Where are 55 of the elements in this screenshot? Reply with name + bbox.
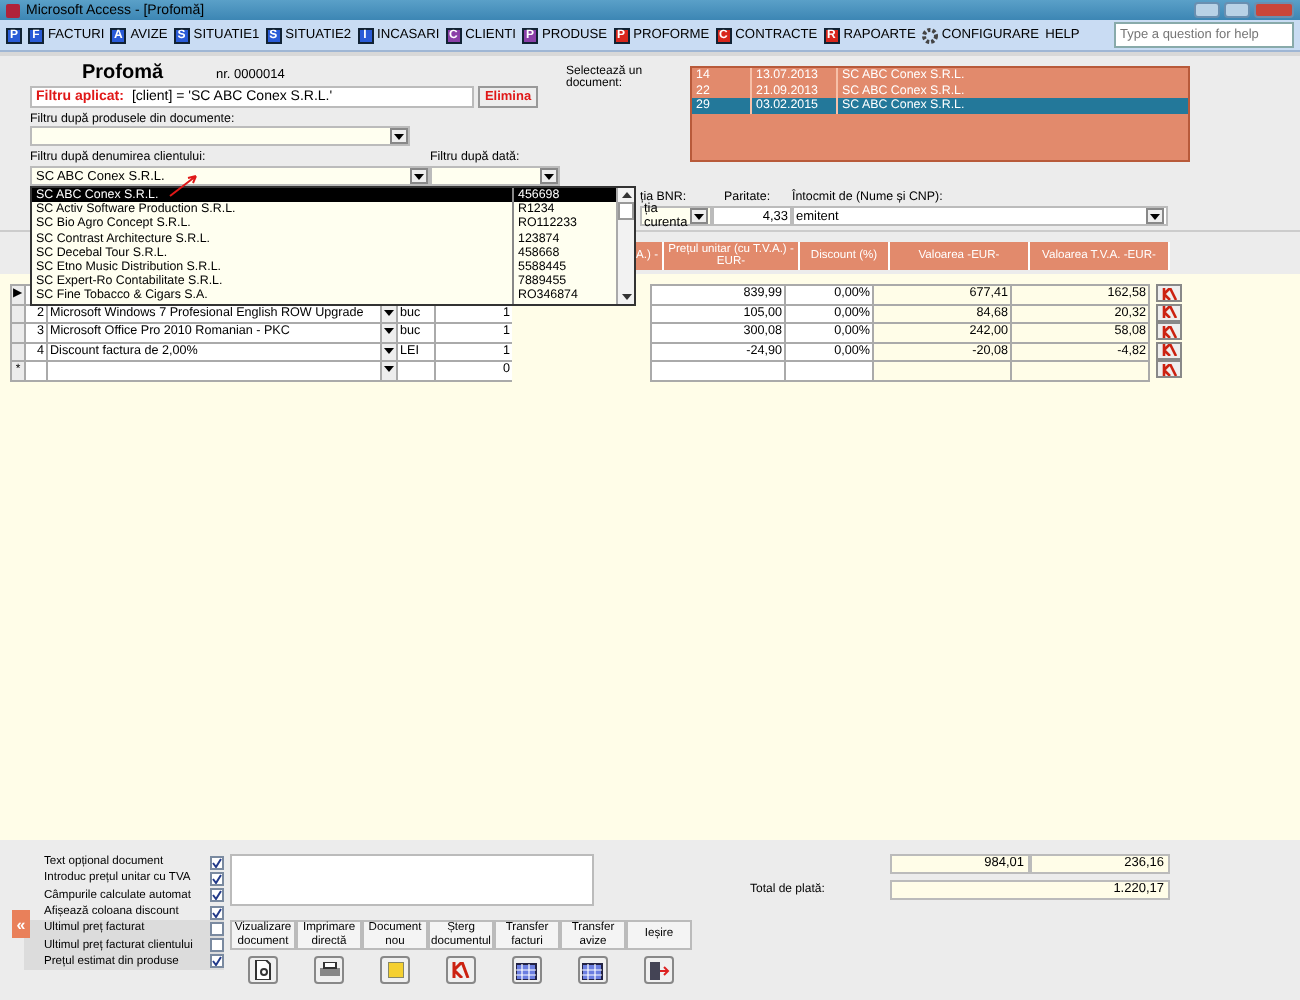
delete-icon: [1161, 363, 1177, 375]
scroll-up-icon[interactable]: [621, 192, 631, 198]
action-button[interactable]: [512, 956, 542, 984]
option-checkbox[interactable]: [210, 938, 224, 953]
new-document-icon: [387, 962, 403, 978]
optional-text-field[interactable]: [230, 854, 594, 906]
delete-row-button[interactable]: [1156, 284, 1182, 302]
delete-icon: [452, 962, 470, 978]
delete-icon: [1161, 344, 1177, 356]
delete-row-button[interactable]: [1156, 303, 1182, 321]
delete-row-button[interactable]: [1156, 341, 1182, 359]
action-button[interactable]: [644, 956, 674, 984]
table-cell: [1010, 360, 1150, 381]
dropdown-button[interactable]: [690, 208, 708, 224]
delete-icon: [1161, 306, 1177, 318]
pointer-arrow: [168, 174, 200, 198]
delete-row-button[interactable]: [1156, 360, 1182, 378]
caret-icon: [414, 173, 424, 179]
caret-icon: [384, 328, 394, 334]
form-title: Profomă: [80, 62, 166, 84]
document-preview-icon: [254, 960, 272, 980]
table-cell: [784, 360, 874, 381]
caret-icon: [394, 133, 404, 139]
dropdown-button[interactable]: [410, 168, 428, 184]
caret-icon: [694, 213, 704, 219]
table-icon: [581, 960, 605, 980]
dropdown-button[interactable]: [540, 168, 558, 184]
option-checkbox[interactable]: [210, 855, 224, 870]
dropdown-button[interactable]: [1146, 208, 1164, 224]
option-checkbox[interactable]: [210, 954, 224, 969]
action-button[interactable]: [248, 956, 278, 984]
exit-door-icon: [649, 961, 669, 979]
action-button[interactable]: [314, 956, 344, 984]
caret-icon: [384, 366, 394, 372]
caret-icon: [1150, 213, 1160, 219]
scrollbar[interactable]: [616, 188, 634, 304]
dropdown-button[interactable]: [390, 128, 408, 144]
gear-icon: [921, 27, 938, 43]
table-cell: [24, 360, 48, 381]
option-checkbox[interactable]: [210, 921, 224, 936]
caret-icon: [544, 173, 554, 179]
option-checkbox[interactable]: [210, 871, 224, 886]
action-button[interactable]: [578, 956, 608, 984]
table-cell: [396, 360, 436, 381]
table-cell: [650, 360, 786, 381]
caret-icon: [384, 347, 394, 353]
printer-icon: [319, 962, 339, 978]
scroll-thumb[interactable]: [618, 202, 634, 220]
delete-icon: [1161, 287, 1177, 299]
table-icon: [515, 960, 539, 980]
app-icon: [6, 3, 20, 17]
option-checkbox[interactable]: [210, 888, 224, 903]
option-checkbox[interactable]: [210, 905, 224, 920]
delete-icon: [1161, 325, 1177, 337]
delete-row-button[interactable]: [1156, 322, 1182, 340]
